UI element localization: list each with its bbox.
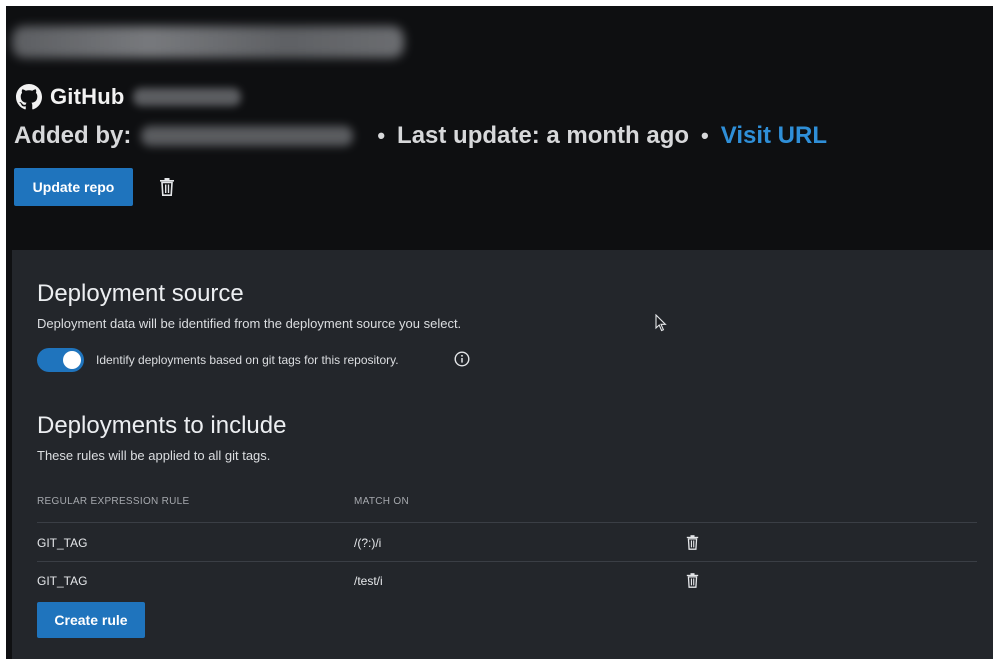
match-cell: /test/i	[354, 574, 383, 588]
info-icon[interactable]	[454, 351, 470, 367]
deployment-source-description: Deployment data will be identified from …	[37, 316, 462, 331]
author-name-redacted	[141, 126, 354, 146]
git-tags-toggle[interactable]	[37, 348, 84, 372]
last-update-label: Last update: a month ago	[397, 122, 690, 149]
trash-icon[interactable]	[686, 535, 699, 550]
rule-cell: GIT_TAG	[37, 574, 88, 588]
deployments-include-description: These rules will be applied to all git t…	[37, 448, 271, 463]
app-frame: GitHub Added by: • Last update: a month …	[6, 6, 993, 659]
toggle-knob	[63, 351, 81, 369]
separator-dot: •	[377, 123, 386, 148]
rule-cell: GIT_TAG	[37, 536, 88, 550]
org-name-redacted	[132, 88, 241, 106]
separator-dot: •	[701, 123, 709, 148]
visit-url-link[interactable]: Visit URL	[721, 122, 827, 150]
repo-meta: Added by: • Last update: a month ago • V…	[14, 120, 827, 152]
column-header-rule: REGULAR EXPRESSION RULE	[37, 496, 190, 507]
provider-label: GitHub	[50, 84, 125, 109]
trash-icon[interactable]	[686, 573, 699, 588]
deployments-include-title: Deployments to include	[37, 412, 287, 439]
match-cell: /(?:)/i	[354, 536, 382, 550]
row-divider	[37, 561, 977, 562]
column-header-match: MATCH ON	[354, 496, 409, 507]
update-repo-button[interactable]: Update repo	[14, 168, 133, 206]
provider-row: GitHub	[16, 83, 241, 111]
repo-title-redacted	[12, 26, 404, 58]
row-divider	[37, 522, 977, 523]
github-icon	[16, 84, 42, 110]
repo-header: GitHub Added by: • Last update: a month …	[6, 6, 993, 250]
deployment-source-title: Deployment source	[37, 280, 244, 307]
trash-icon[interactable]	[159, 178, 175, 196]
mouse-cursor-icon	[655, 314, 667, 332]
deployment-settings-panel: Deployment source Deployment data will b…	[12, 250, 993, 659]
added-by-label: Added by:	[14, 122, 132, 149]
create-rule-button[interactable]: Create rule	[37, 602, 145, 638]
git-tags-toggle-label: Identify deployments based on git tags f…	[96, 353, 399, 367]
